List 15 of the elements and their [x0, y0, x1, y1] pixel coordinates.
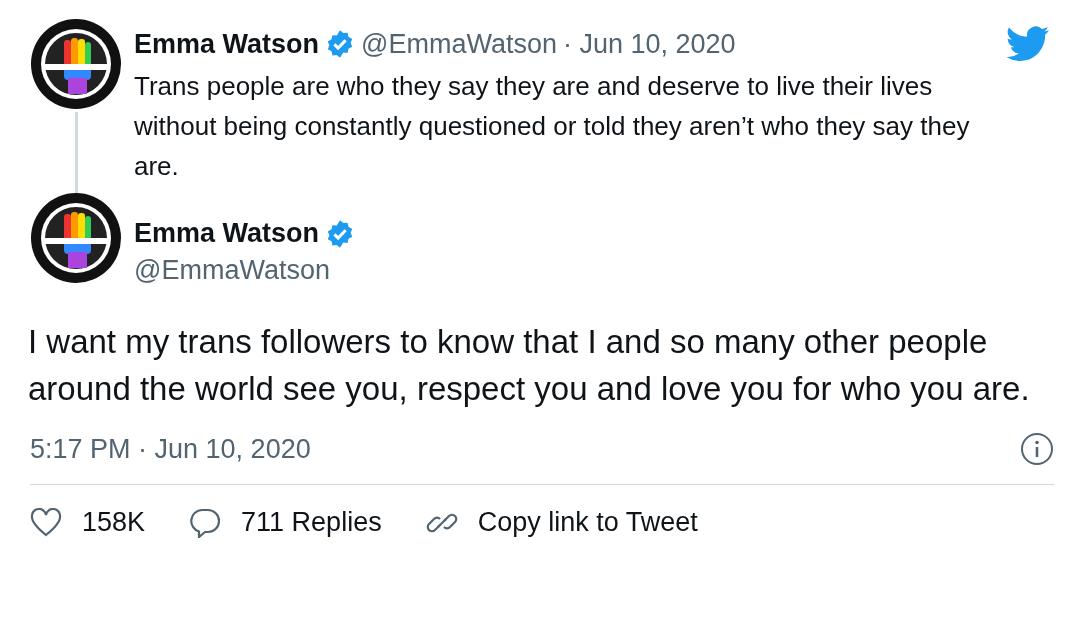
- reply-count-link[interactable]: 711 Replies: [241, 507, 382, 538]
- speech-bubble-icon[interactable]: [189, 507, 222, 538]
- author-name[interactable]: Emma Watson: [134, 28, 320, 60]
- heart-icon[interactable]: [30, 507, 62, 538]
- like-count-link[interactable]: 158K: [82, 507, 146, 538]
- author-name[interactable]: Emma Watson: [134, 218, 320, 249]
- author-handle[interactable]: @EmmaWatson: [361, 28, 557, 60]
- tweet-text: Trans people are who they say they are and deserve to live their lives without being constantly questioned or told they aren’t who they say they are.: [134, 70, 971, 183]
- tweet-date: · Jun 10, 2020: [563, 28, 736, 60]
- tweet-text: I want my trans followers to know that I and so many other people around the world see you, respect you and love you for who you are.: [28, 322, 1031, 409]
- info-icon[interactable]: [1020, 432, 1054, 466]
- bird-icon[interactable]: [1006, 26, 1050, 62]
- link-count-link[interactable]: Copy link to Tweet: [477, 507, 698, 538]
- tweet-timestamp[interactable]: 5:17 PM · Jun 10, 2020: [30, 433, 311, 465]
- author-handle[interactable]: @EmmaWatson: [134, 255, 356, 286]
